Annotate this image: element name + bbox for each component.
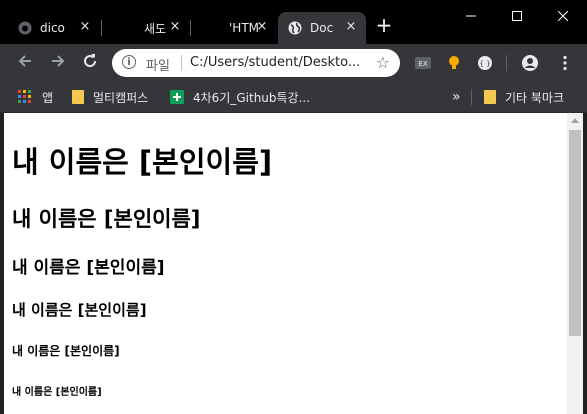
- tab-title: Doc: [310, 21, 334, 35]
- other-bookmarks-label: 기타 북마크: [505, 90, 565, 105]
- heading-h1: 내 이름은 [본인이름]: [12, 145, 273, 179]
- close-icon[interactable]: ×: [78, 20, 92, 34]
- address-divider: [181, 55, 182, 71]
- extension-circle-icon[interactable]: { }: [476, 54, 494, 72]
- apps-grid-icon: [18, 90, 31, 103]
- close-window-button[interactable]: [540, 0, 586, 32]
- bookmark-label: 4차6기_Github특강...: [193, 90, 311, 105]
- heading-h5: 내 이름은 [본인이름]: [12, 344, 120, 358]
- apps-shortcut[interactable]: 앱: [18, 88, 53, 106]
- blank-icon: [112, 21, 126, 35]
- navigation-toolbar: i 파일 C:/Users/student/Deskto... ☆ EX { }: [0, 44, 587, 82]
- tab-2[interactable]: 새도 ×: [102, 12, 190, 44]
- bookmarks-bar: 앱 멀티캠퍼스 4차6기_Github특강... » 기타 북마크: [0, 82, 587, 113]
- reload-button[interactable]: [80, 53, 100, 73]
- back-arrow-icon: [18, 55, 31, 67]
- folder-icon: [72, 90, 84, 104]
- bookmark-item[interactable]: 멀티캠퍼스: [72, 88, 148, 106]
- maximize-button[interactable]: [494, 0, 540, 32]
- tab-strip: dico × 새도 × 'HTM × Doc × +: [0, 0, 587, 44]
- bookmark-star-icon[interactable]: ☆: [376, 53, 390, 72]
- close-window-icon: [558, 11, 568, 21]
- maximize-icon: [512, 11, 522, 21]
- minimize-icon: [466, 15, 476, 17]
- reload-icon: [84, 54, 97, 68]
- forward-button[interactable]: [48, 53, 68, 73]
- blank-icon: [201, 21, 215, 35]
- close-icon[interactable]: ×: [168, 20, 182, 34]
- sheets-icon: [170, 90, 184, 104]
- apps-label: 앱: [42, 90, 54, 105]
- back-button[interactable]: [15, 53, 35, 73]
- browser-window: dico × 새도 × 'HTM × Doc × + i 파일 C:/Users…: [0, 0, 587, 414]
- bookmark-item[interactable]: 4차6기_Github특강...: [170, 88, 310, 106]
- tab-active-doc[interactable]: Doc ×: [278, 12, 366, 44]
- page-content: 내 이름은 [본인이름] 내 이름은 [본인이름] 내 이름은 [본인이름] 내…: [4, 113, 567, 414]
- extension-ex-icon[interactable]: EX: [414, 54, 432, 72]
- page-viewport: 내 이름은 [본인이름] 내 이름은 [본인이름] 내 이름은 [본인이름] 내…: [4, 113, 583, 414]
- globe-icon: [288, 21, 302, 35]
- other-bookmarks[interactable]: 기타 북마크: [484, 88, 564, 106]
- svg-text:{ }: { }: [479, 60, 490, 68]
- svg-text:EX: EX: [418, 60, 427, 68]
- bookmarks-overflow-button[interactable]: »: [452, 88, 461, 106]
- scheme-label: 파일: [146, 59, 170, 74]
- minimize-button[interactable]: [448, 0, 494, 32]
- heading-h2: 내 이름은 [본인이름]: [12, 207, 201, 231]
- scroll-up-arrow-icon[interactable]: [571, 118, 579, 123]
- account-icon[interactable]: [521, 54, 539, 72]
- menu-kebab-icon[interactable]: [556, 54, 574, 72]
- tab-github[interactable]: dico ×: [8, 12, 100, 44]
- address-bar[interactable]: i 파일 C:/Users/student/Deskto... ☆: [112, 49, 400, 77]
- url-text[interactable]: C:/Users/student/Deskto...: [190, 55, 370, 70]
- bookmark-separator: [471, 89, 472, 105]
- heading-h4: 내 이름은 [본인이름]: [12, 301, 147, 319]
- close-icon[interactable]: ×: [344, 20, 358, 34]
- close-icon[interactable]: ×: [255, 20, 269, 34]
- tab-title: dico: [40, 21, 65, 35]
- forward-arrow-icon: [52, 55, 65, 67]
- heading-h6: 내 이름은 [본인이름]: [12, 387, 102, 398]
- tab-title: 새도: [144, 21, 167, 36]
- tab-3[interactable]: 'HTM ×: [191, 12, 277, 44]
- new-tab-button[interactable]: +: [374, 15, 394, 35]
- github-icon: [18, 21, 32, 35]
- heading-h3: 내 이름은 [본인이름]: [12, 258, 165, 278]
- folder-icon: [484, 90, 496, 104]
- vertical-scrollbar[interactable]: [567, 113, 583, 414]
- lightbulb-icon[interactable]: [445, 54, 463, 72]
- scrollbar-thumb[interactable]: [569, 130, 581, 336]
- info-icon[interactable]: i: [122, 55, 136, 69]
- bookmark-label: 멀티캠퍼스: [93, 90, 149, 105]
- toolbar-separator: [506, 55, 507, 71]
